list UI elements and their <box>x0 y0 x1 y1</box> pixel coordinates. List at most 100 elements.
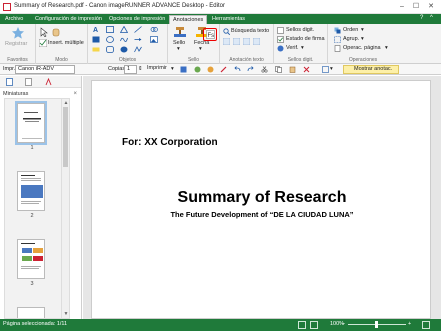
tab-print-options[interactable]: Opciones de impresión <box>106 15 168 24</box>
group-button[interactable]: Agrup. <box>343 36 359 43</box>
show-annotations-button[interactable]: Mostrar anotac. <box>343 65 399 74</box>
seal-dropdown-arrow[interactable]: ▾ <box>177 46 180 53</box>
collapse-ribbon-icon[interactable]: ^ <box>430 15 433 21</box>
help-icon[interactable]: ? <box>420 15 423 21</box>
hand-icon[interactable] <box>51 27 61 37</box>
star-icon <box>12 27 24 39</box>
seal-icon <box>174 27 186 37</box>
tab-archivo[interactable]: Archivo <box>2 15 26 24</box>
freehand-tool-icon[interactable] <box>120 36 128 43</box>
page-2-preview <box>21 175 43 204</box>
polygon-tool-icon[interactable] <box>120 26 128 33</box>
document-page[interactable]: For: XX Corporation Summary of Research … <box>91 80 431 319</box>
select-all-icon[interactable] <box>322 66 329 73</box>
scroll-down-icon[interactable]: ▼ <box>63 311 69 317</box>
highlight-marker <box>203 28 217 41</box>
note-tool-icon[interactable] <box>92 36 100 43</box>
verify-button[interactable]: Verif. <box>286 45 299 52</box>
fit-page-icon[interactable] <box>422 321 430 329</box>
delete-icon[interactable] <box>303 66 310 73</box>
group-objects: A Objetos <box>88 24 168 64</box>
title-bar: Summary of Research.pdf - Canon imageRUN… <box>0 0 441 14</box>
scroll-up-icon[interactable]: ▲ <box>63 100 69 106</box>
printer-select[interactable]: Canon iR-ADV <box>15 65 75 74</box>
thumbnail-page-4[interactable] <box>17 307 45 318</box>
verify-icon <box>277 45 284 52</box>
copy-icon[interactable] <box>275 66 282 73</box>
print-dropdown-arrow[interactable]: ▾ <box>171 66 174 73</box>
text-format-icon-2[interactable] <box>233 38 240 45</box>
ellipse-tool-icon[interactable] <box>106 36 114 43</box>
text-format-icon-3[interactable] <box>243 38 250 45</box>
undo-icon[interactable] <box>194 66 201 73</box>
arrow-tool-icon[interactable] <box>134 36 142 43</box>
edit-icon[interactable] <box>220 66 227 73</box>
order-button[interactable]: Orden <box>343 27 358 34</box>
polyline-tool-icon[interactable] <box>134 46 142 53</box>
page-3-preview <box>21 243 43 269</box>
thumbnail-page-number: 3 <box>30 281 34 287</box>
close-panel-icon[interactable]: × <box>73 91 77 97</box>
maximize-button[interactable]: ☐ <box>410 2 422 12</box>
text-format-icon-1[interactable] <box>223 38 230 45</box>
zoom-out-button[interactable]: − <box>342 321 345 327</box>
thumbnail-page-2[interactable] <box>17 171 45 211</box>
zoom-slider-knob[interactable] <box>375 321 378 328</box>
thumbnail-list[interactable]: 1 2 3 ▲ ▼ <box>4 98 70 319</box>
register-button[interactable]: Registrar <box>5 41 27 48</box>
close-button[interactable]: ✕ <box>425 2 437 12</box>
zoom-in-button[interactable]: + <box>408 321 411 327</box>
text-format-icon-4[interactable] <box>253 38 260 45</box>
date-dropdown-arrow[interactable]: ▾ <box>199 46 202 53</box>
bookmarks-tab-icon[interactable] <box>25 78 32 86</box>
group-label-annotation-text: Anotación texto <box>229 57 264 63</box>
link-tool-icon[interactable] <box>150 26 158 33</box>
verify-dropdown-arrow[interactable]: ▾ <box>301 45 304 52</box>
thumbnail-page-3[interactable] <box>17 239 45 279</box>
order-dropdown-arrow[interactable]: ▾ <box>361 27 364 34</box>
line-tool-icon[interactable] <box>134 26 142 33</box>
search-text-button[interactable]: Búsqueda texto <box>231 28 269 35</box>
page-operations-dropdown-arrow[interactable]: ▾ <box>385 45 388 52</box>
print-button[interactable]: Imprimir <box>145 65 170 74</box>
select-dropdown-arrow[interactable]: ▾ <box>330 66 333 73</box>
copies-input[interactable]: 1 <box>124 65 137 74</box>
tab-annotations[interactable]: Anotaciones <box>169 15 208 24</box>
page-operations-button[interactable]: Operac. página <box>343 45 381 52</box>
filled-ellipse-tool-icon[interactable] <box>120 46 128 53</box>
paste-icon[interactable] <box>289 66 296 73</box>
cursor-icon[interactable] <box>39 27 49 37</box>
annotations-tab-icon[interactable] <box>45 78 52 86</box>
insert-multiple-checkbox[interactable]: Insert. múltiple <box>48 40 84 47</box>
digital-seals-button[interactable]: Sellos digit. <box>286 27 314 34</box>
group-dropdown-arrow[interactable]: ▾ <box>361 36 364 43</box>
scrollbar-thumb[interactable] <box>63 107 68 167</box>
undo-arrow-icon[interactable] <box>234 66 241 73</box>
redo-arrow-icon[interactable] <box>247 66 254 73</box>
highlight-tool-icon[interactable] <box>92 46 100 53</box>
group-label-favorites: Favoritos <box>7 57 28 63</box>
save-icon[interactable] <box>180 66 187 73</box>
tab-tools[interactable]: Herramientas <box>209 15 248 24</box>
image-tool-icon[interactable] <box>150 36 158 43</box>
minimize-button[interactable]: – <box>396 2 408 12</box>
signature-status-checkbox[interactable]: Estado de firma <box>286 36 325 43</box>
copies-stepper[interactable]: ⇕ <box>138 66 143 73</box>
cut-icon[interactable] <box>261 66 268 73</box>
rounded-rect-tool-icon[interactable] <box>106 46 114 53</box>
copies-label: Copias <box>108 66 126 72</box>
thumbnail-page-1[interactable] <box>15 101 47 145</box>
group-icon <box>334 36 341 43</box>
document-subtitle: The Future Development of “DE LA CIUDAD … <box>170 210 354 219</box>
document-viewer[interactable]: For: XX Corporation Summary of Research … <box>83 76 441 319</box>
single-page-view-icon[interactable] <box>298 321 306 329</box>
text-tool-icon[interactable]: A <box>92 26 100 33</box>
redo-icon[interactable] <box>207 66 214 73</box>
tab-print-settings[interactable]: Configuración de impresión <box>32 15 105 24</box>
two-page-view-icon[interactable] <box>310 321 318 329</box>
group-label-digital-seals: Sellos digit. <box>287 57 314 63</box>
thumbnail-scrollbar[interactable]: ▲ ▼ <box>61 99 69 318</box>
thumbnail-page-number: 2 <box>30 213 34 219</box>
thumbnails-tab-icon[interactable] <box>6 78 13 86</box>
rectangle-tool-icon[interactable] <box>106 26 114 33</box>
